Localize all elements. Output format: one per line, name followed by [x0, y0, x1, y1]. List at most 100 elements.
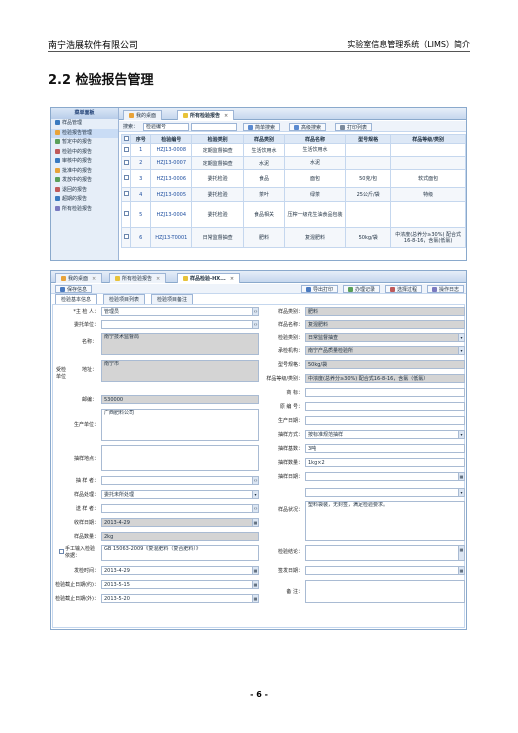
select-all-checkbox[interactable] [123, 135, 129, 141]
table-row[interactable]: 6 HZJ13-T0001 日常监督抽查 肥料 复混肥料 50kg/袋 中浓度(总养分≥30… [120, 227, 466, 248]
producer-field[interactable]: 广西肥料公司 [101, 409, 259, 441]
form-tab-basic-info[interactable]: 检验基本信息 [55, 294, 98, 304]
print-list-button[interactable]: 打印列表 [335, 123, 373, 131]
sampling-base-field[interactable]: 3吨 [305, 444, 465, 453]
tab-desktop[interactable]: 我的桌面 [123, 110, 163, 120]
chevron-down-icon[interactable]: ▾ [458, 431, 464, 438]
conclusion-field[interactable]: ▦ [305, 545, 465, 561]
calendar-icon[interactable]: ▦ [458, 546, 464, 560]
table-row[interactable]: 3 HZJ13-0006 委托检验 食品 面包 50克/包 软式面包 [120, 169, 466, 188]
sidebar-item[interactable]: 超期的报告 [51, 195, 118, 205]
user-picker-icon[interactable]: ⚇ [252, 321, 258, 328]
approve-date-field[interactable]: ▦ [305, 566, 465, 575]
tab-all-reports[interactable]: 所有检验报告 × [109, 273, 167, 283]
user-picker-icon[interactable]: ⚇ [252, 477, 258, 484]
production-date-field[interactable] [305, 416, 465, 425]
postcode-field[interactable]: 530000 [101, 395, 259, 404]
sampling-place-field[interactable] [101, 445, 259, 471]
simple-search-button[interactable]: 简单搜索 [243, 123, 281, 131]
table-cell: 3 [130, 169, 152, 188]
table-cell: HZJ13-0005 [150, 187, 193, 202]
trademark-field[interactable] [305, 388, 465, 397]
calendar-icon[interactable]: ▦ [252, 595, 258, 602]
close-icon[interactable]: × [156, 276, 160, 282]
inspector-field[interactable]: 管理员 ⚇ [101, 307, 259, 316]
form-tab-item-notes[interactable]: 检验项目备注 [151, 294, 194, 304]
table-cell [390, 143, 466, 157]
close-icon[interactable]: × [92, 276, 96, 282]
sample-desc-field[interactable]: 塑料袋装，无封签，满足检验要求。 [305, 501, 465, 541]
spec-field[interactable]: 50kg/袋 [305, 360, 465, 369]
sidebar-item[interactable]: 批准中的报告 [51, 167, 118, 177]
sample-qty-field[interactable]: 2kg [101, 532, 259, 541]
row-checkbox[interactable] [123, 175, 129, 180]
sender-field[interactable]: ⚇ [101, 504, 259, 513]
row-checkbox[interactable] [123, 159, 129, 165]
commission-unit-field[interactable]: ⚇ [101, 320, 259, 329]
records-button[interactable]: 办理记录 [343, 285, 381, 293]
sampling-method-select[interactable]: 按标准规范抽样 ▾ [305, 430, 465, 439]
deadline2-field[interactable]: 2013-5-20 ▦ [101, 594, 259, 603]
sidebar-item[interactable]: 检验报告管理 [51, 128, 118, 138]
deadline-field[interactable]: 2013-5-15 ▦ [101, 580, 259, 589]
test-basis-field[interactable]: GB 15063-2009《复混肥料（复合肥料）》 [101, 545, 259, 561]
table-row[interactable]: 5 HZJ13-0004 委托检验 食品相关 压榨一级花生油食品包装 [120, 201, 466, 228]
calendar-icon[interactable]: ▦ [458, 473, 464, 480]
tab-all-reports[interactable]: 所有检验报告 × [177, 110, 235, 120]
table-row[interactable]: 4 HZJ13-0005 委托检验 茶叶 绿茶 25公斤/袋 特级 [120, 187, 466, 202]
remark-field[interactable] [305, 580, 465, 603]
sidebar-item[interactable]: 审核中的报告 [51, 157, 118, 167]
user-picker-icon[interactable]: ⚇ [252, 505, 258, 512]
search-field-select[interactable]: 检验编号 [143, 123, 189, 131]
unit-name-field[interactable]: 南宁技术监督局 [101, 333, 259, 355]
sampler-field[interactable]: ⚇ [101, 476, 259, 485]
sidebar-item[interactable]: 样品管理 [51, 119, 118, 129]
calendar-icon[interactable]: ▦ [252, 567, 258, 574]
issue-date-field[interactable]: 2013-4-29 ▦ [101, 566, 259, 575]
save-button[interactable]: 保存信息 [55, 285, 93, 293]
chevron-down-icon[interactable]: ▾ [458, 347, 464, 354]
calendar-icon[interactable]: ▦ [252, 581, 258, 588]
row-checkbox[interactable] [123, 146, 129, 152]
sample-status-select[interactable]: ▾ [305, 488, 465, 497]
calendar-icon[interactable]: ▦ [252, 519, 258, 526]
unit-address-field[interactable]: 南宁市 [101, 360, 259, 382]
close-icon[interactable]: × [224, 113, 228, 119]
row-checkbox[interactable] [123, 234, 129, 239]
chevron-down-icon[interactable]: ▾ [458, 334, 464, 341]
table-row[interactable]: 1 HZJ13-0008 定期监督抽查 生活饮用水 生活饮用水 [120, 143, 466, 157]
sidebar-item[interactable]: 发放中的报告 [51, 176, 118, 186]
original-number-field[interactable] [305, 402, 465, 411]
manual-input-checkbox[interactable] [59, 549, 64, 554]
receive-date-field[interactable]: 2013-4-29 ▦ [101, 518, 259, 527]
calendar-icon[interactable]: ▦ [458, 567, 464, 574]
close-icon[interactable]: × [230, 276, 234, 282]
grade-field[interactable]: 中浓度(总养分≥30%) 配合式16-8-16，含氯（低氯） [305, 374, 465, 383]
sample-handling-select[interactable]: 委托未所处理 ▾ [101, 490, 259, 499]
sampling-qty-field[interactable]: 1kg×2 [305, 458, 465, 467]
sidebar-item[interactable]: 所有检验报告 [51, 205, 118, 215]
sampling-date-field[interactable]: ▦ [305, 472, 465, 481]
chevron-down-icon[interactable]: ▾ [458, 489, 464, 496]
advanced-search-button[interactable]: 高级搜索 [289, 123, 327, 131]
tab-sample-inspection[interactable]: 样品检验-HX... × [177, 273, 241, 283]
select-process-button[interactable]: 选择过程 [385, 285, 423, 293]
sidebar-item[interactable]: 检验中的报告 [51, 148, 118, 158]
table-row[interactable]: 2 HZJ13-0007 定期监督抽查 水泥 水泥 [120, 156, 466, 170]
row-checkbox[interactable] [123, 191, 129, 196]
form-tab-item-list[interactable]: 检验项目列表 [103, 294, 146, 304]
test-org-select[interactable]: 南宁产品质量检验所 ▾ [305, 346, 465, 355]
test-type-select[interactable]: 日常监督抽查 ▾ [305, 333, 465, 342]
chevron-down-icon[interactable]: ▾ [252, 491, 258, 498]
user-picker-icon[interactable]: ⚇ [252, 308, 258, 315]
export-print-button[interactable]: 导出打印 [301, 285, 339, 293]
sidebar-item[interactable]: 退回的报告 [51, 186, 118, 196]
row-checkbox[interactable] [123, 211, 129, 216]
sample-name-field[interactable]: 复混肥料 [305, 320, 465, 329]
table-cell: 定期监督抽查 [191, 156, 245, 170]
operation-log-button[interactable]: 操作日志 [427, 285, 465, 293]
search-input[interactable] [191, 123, 237, 131]
sidebar-item[interactable]: 暂定中的报告 [51, 138, 118, 148]
tab-desktop[interactable]: 我的桌面 × [55, 273, 103, 283]
sample-category-field[interactable]: 肥料 [305, 307, 465, 316]
